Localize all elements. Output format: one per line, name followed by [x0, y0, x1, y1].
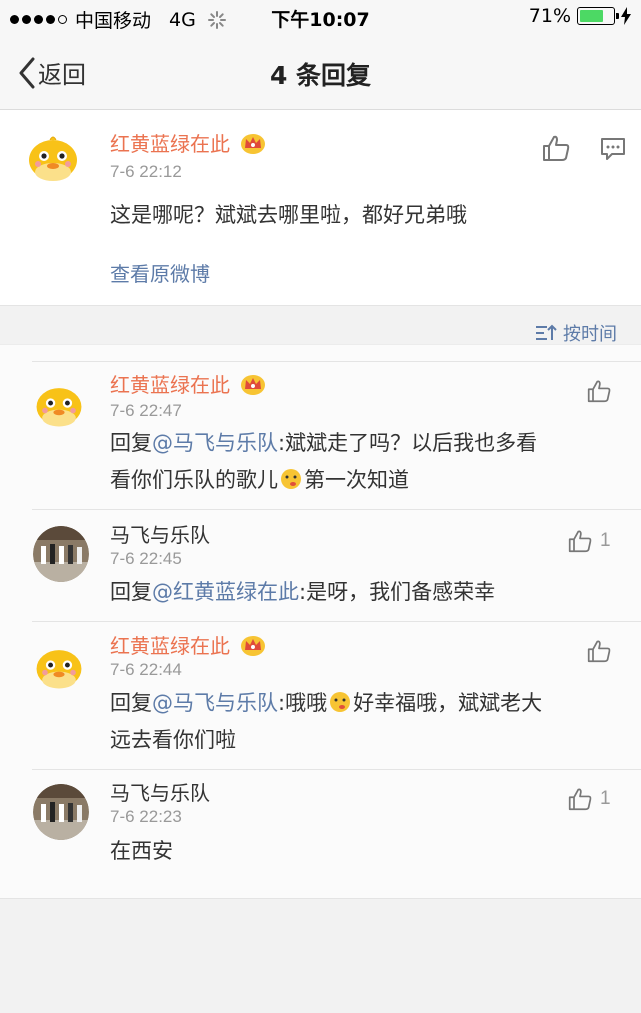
reply-text-line: 远去看你们啦 — [110, 728, 236, 752]
reply-text: 在西安 — [110, 839, 173, 863]
like-count: 1 — [600, 530, 611, 551]
avatar[interactable] — [33, 526, 89, 582]
reply-prefix: 回复 — [110, 691, 152, 715]
reply-prefix: 回复 — [110, 580, 152, 604]
reply-prefix: 回复 — [110, 431, 152, 455]
crown-badge-icon — [241, 375, 266, 395]
sort-icon — [536, 324, 557, 340]
reply-time: 7-6 22:45 — [110, 549, 182, 568]
reply-text: 回复@红黄蓝绿在此:是呀，我们备感荣幸 — [110, 574, 495, 611]
original-comment-card: 红黄蓝绿在此 7-6 22:12 这是哪呢？斌斌去哪里啦，都好兄弟哦 查看原微博 — [0, 110, 641, 306]
mention-link[interactable]: @马飞与乐队 — [152, 431, 278, 455]
sort-label: 按时间 — [563, 324, 617, 345]
sort-by-time-button[interactable]: 按时间 — [535, 320, 617, 346]
reply-time: 7-6 22:44 — [110, 660, 182, 679]
post-text: 这是哪呢？斌斌去哪里啦，都好兄弟哦 — [110, 203, 467, 227]
reply-username[interactable]: 红黄蓝绿在此 — [110, 369, 266, 398]
like-count: 1 — [600, 788, 611, 809]
mention-link[interactable]: @马飞与乐队 — [152, 691, 278, 715]
avatar[interactable] — [30, 637, 88, 695]
page-title: 4 条回复 — [269, 61, 372, 90]
reply-text-line: 第一次知道 — [304, 468, 409, 492]
emoji-icon — [281, 469, 301, 489]
avatar[interactable] — [22, 126, 84, 188]
reply-text-line: :斌斌走了吗？以后我也多看 — [278, 431, 538, 455]
reply-time: 7-6 22:47 — [110, 401, 182, 420]
charging-icon — [621, 7, 631, 25]
reply-username[interactable]: 马飞与乐队 — [110, 777, 210, 806]
thumbs-up-icon — [568, 530, 592, 553]
reply-username[interactable]: 红黄蓝绿在此 — [110, 630, 266, 659]
crown-badge-icon — [241, 134, 266, 154]
thumbs-up-icon — [568, 788, 592, 811]
reply-username-text: 红黄蓝绿在此 — [110, 634, 230, 658]
post-username[interactable]: 红黄蓝绿在此 — [110, 128, 266, 157]
divider — [32, 621, 641, 622]
battery-percent: 71% — [528, 5, 571, 27]
reply-username-text: 红黄蓝绿在此 — [110, 373, 230, 397]
comment-icon[interactable] — [600, 136, 626, 162]
avatar[interactable] — [30, 375, 88, 433]
mention-link[interactable]: @红黄蓝绿在此 — [152, 580, 299, 604]
battery-icon — [577, 7, 619, 25]
thumbs-up-icon[interactable] — [587, 639, 611, 663]
reply-text-line: 看你们乐队的歌儿 — [110, 468, 278, 492]
thumbs-up-icon[interactable] — [542, 134, 570, 162]
reply-text-line: :是呀，我们备感荣幸 — [299, 580, 496, 604]
reply-username[interactable]: 马飞与乐队 — [110, 519, 210, 548]
reply-time: 7-6 22:23 — [110, 807, 182, 826]
status-right: 71% — [529, 5, 631, 27]
status-bar: 中国移动 4G 下午10:07 71% — [0, 0, 641, 36]
crown-badge-icon — [241, 636, 266, 656]
divider — [32, 509, 641, 510]
thumbs-up-icon[interactable] — [587, 379, 611, 403]
nav-bar: 返回 4 条回复 — [0, 36, 641, 110]
reply-text: 回复@马飞与乐队:斌斌走了吗？以后我也多看 看你们乐队的歌儿 第一次知道 — [110, 425, 537, 499]
post-username-text: 红黄蓝绿在此 — [110, 132, 230, 156]
avatar[interactable] — [33, 784, 89, 840]
emoji-icon — [330, 692, 351, 712]
divider — [32, 361, 641, 362]
view-original-link[interactable]: 查看原微博 — [110, 258, 210, 287]
reply-text: 回复@马飞与乐队:哦哦 好幸福哦，斌斌老大 远去看你们啦 — [110, 685, 542, 759]
reply-text-line: 好幸福哦，斌斌老大 — [353, 691, 543, 715]
reply-text-line: :哦哦 — [278, 691, 328, 715]
post-time: 7-6 22:12 — [110, 162, 182, 181]
battery-fill — [580, 10, 603, 22]
divider — [32, 769, 641, 770]
like-button[interactable]: 1 — [568, 787, 611, 811]
replies-list: 红黄蓝绿在此 7-6 22:47 回复@马飞与乐队:斌斌走了吗？以后我也多看 看… — [0, 344, 641, 899]
like-button[interactable]: 1 — [568, 529, 611, 553]
